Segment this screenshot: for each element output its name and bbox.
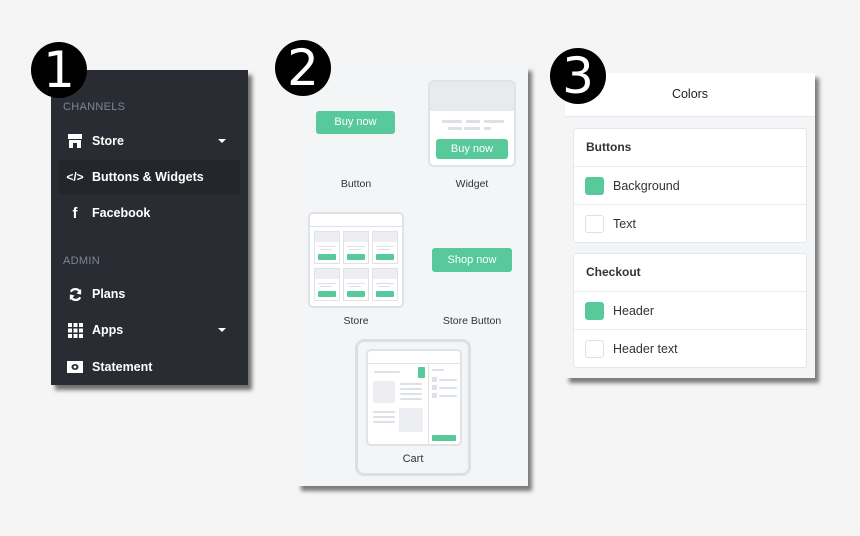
store-preview-card bbox=[308, 212, 404, 308]
buy-now-preview-button: Buy now bbox=[436, 139, 508, 159]
color-swatch[interactable] bbox=[585, 301, 604, 320]
store-grid-item bbox=[372, 231, 398, 264]
sidebar-item-label: Facebook bbox=[92, 206, 151, 220]
chevron-down-icon[interactable] bbox=[218, 328, 226, 332]
store-grid-item bbox=[372, 268, 398, 301]
store-grid-item bbox=[314, 268, 340, 301]
sidebar-item-store[interactable]: Store bbox=[58, 124, 240, 158]
buy-now-preview-button: Buy now bbox=[316, 111, 395, 134]
color-row-label: Header bbox=[613, 303, 654, 318]
store-grid-item bbox=[343, 231, 369, 264]
color-row-header[interactable]: Header bbox=[574, 292, 806, 330]
money-icon bbox=[66, 361, 84, 373]
widget-preview-card: Buy now bbox=[428, 80, 516, 167]
widget-caption-store-button: Store Button bbox=[442, 315, 502, 327]
sidebar-nav: CHANNELS Store </> Buttons & Widgets f F… bbox=[51, 70, 248, 385]
refresh-icon bbox=[66, 287, 84, 302]
sidebar-item-label: Apps bbox=[92, 323, 124, 337]
cart-preview-card bbox=[366, 349, 462, 446]
widget-option-cart[interactable]: Cart bbox=[355, 339, 471, 476]
sidebar-item-facebook[interactable]: f Facebook bbox=[58, 196, 240, 230]
step-badge-3: 3 bbox=[550, 48, 606, 104]
section-title-channels: CHANNELS bbox=[63, 101, 126, 113]
sidebar-item-apps[interactable]: Apps bbox=[58, 313, 240, 347]
sidebar-item-label: Statement bbox=[92, 360, 153, 374]
color-swatch[interactable] bbox=[585, 339, 604, 358]
sidebar-item-label: Store bbox=[92, 134, 124, 148]
sidebar-item-plans[interactable]: Plans bbox=[58, 277, 240, 311]
shop-now-preview-button: Shop now bbox=[432, 248, 512, 272]
color-row-label: Header text bbox=[613, 341, 678, 356]
color-row-label: Text bbox=[613, 216, 636, 231]
facebook-icon: f bbox=[72, 204, 78, 222]
step-badge-2: 2 bbox=[275, 40, 331, 96]
color-row-text[interactable]: Text bbox=[574, 205, 806, 242]
widget-caption-cart: Cart bbox=[402, 453, 424, 465]
widget-caption-button: Button bbox=[340, 178, 372, 190]
color-row-header-text[interactable]: Header text bbox=[574, 330, 806, 367]
sidebar-item-label: Plans bbox=[92, 287, 126, 301]
sidebar-item-label: Buttons & Widgets bbox=[92, 170, 204, 184]
color-group-buttons: Buttons Background Text bbox=[573, 128, 807, 243]
widget-preview-image bbox=[430, 82, 514, 111]
section-title-admin: ADMIN bbox=[63, 255, 100, 267]
color-swatch[interactable] bbox=[585, 176, 604, 195]
widget-caption-widget: Widget bbox=[455, 178, 489, 190]
code-icon: </> bbox=[66, 170, 84, 184]
color-group-title: Buttons bbox=[574, 129, 806, 167]
colors-panel: Colors Buttons Background Text Checkout … bbox=[565, 73, 815, 378]
store-icon bbox=[66, 134, 84, 148]
color-row-background[interactable]: Background bbox=[574, 167, 806, 205]
sidebar-item-buttons-widgets[interactable]: </> Buttons & Widgets bbox=[58, 160, 240, 194]
widget-picker: Buy now Button Buy now Widget Store Shop… bbox=[297, 66, 528, 486]
color-group-title: Checkout bbox=[574, 254, 806, 292]
store-grid-item bbox=[314, 231, 340, 264]
color-row-label: Background bbox=[613, 178, 680, 193]
sidebar-item-statement[interactable]: Statement bbox=[58, 350, 240, 384]
color-group-checkout: Checkout Header Header text bbox=[573, 253, 807, 368]
grid-icon bbox=[66, 322, 84, 338]
step-badge-1: 1 bbox=[31, 42, 87, 98]
widget-caption-store: Store bbox=[343, 315, 369, 327]
store-grid-item bbox=[343, 268, 369, 301]
color-swatch[interactable] bbox=[585, 214, 604, 233]
chevron-down-icon[interactable] bbox=[218, 139, 226, 143]
